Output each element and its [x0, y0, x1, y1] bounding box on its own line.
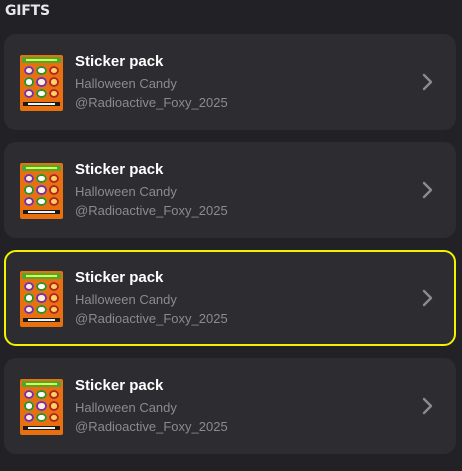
- chevron-right-icon[interactable]: [420, 289, 434, 307]
- sticker-pack-thumbnail: [20, 379, 63, 435]
- gift-username: @Radioactive_Foxy_2025: [75, 203, 228, 218]
- gift-subtitle: Halloween Candy: [75, 184, 177, 199]
- gift-card[interactable]: Sticker pack Halloween Candy @Radioactiv…: [4, 142, 456, 238]
- gift-subtitle: Halloween Candy: [75, 292, 177, 307]
- chevron-right-icon[interactable]: [420, 73, 434, 91]
- gift-title: Sticker pack: [75, 161, 164, 178]
- chevron-right-icon[interactable]: [420, 181, 434, 199]
- gift-username: @Radioactive_Foxy_2025: [75, 95, 228, 110]
- gift-subtitle: Halloween Candy: [75, 76, 177, 91]
- gift-subtitle: Halloween Candy: [75, 400, 177, 415]
- gift-card-selected[interactable]: Sticker pack Halloween Candy @Radioactiv…: [4, 250, 456, 346]
- gift-card[interactable]: Sticker pack Halloween Candy @Radioactiv…: [4, 34, 456, 130]
- sticker-pack-thumbnail: [20, 163, 63, 219]
- chevron-right-icon[interactable]: [420, 397, 434, 415]
- gift-title: Sticker pack: [75, 377, 164, 394]
- sticker-pack-thumbnail: [20, 55, 63, 111]
- gift-card[interactable]: Sticker pack Halloween Candy @Radioactiv…: [4, 358, 456, 454]
- gifts-screen: GIFTS Sticker pack Halloween Candy @Radi…: [0, 0, 462, 471]
- section-title: GIFTS: [5, 3, 50, 19]
- gift-title: Sticker pack: [75, 269, 164, 286]
- gift-list: Sticker pack Halloween Candy @Radioactiv…: [4, 34, 456, 466]
- gift-title: Sticker pack: [75, 53, 164, 70]
- gift-username: @Radioactive_Foxy_2025: [75, 311, 228, 326]
- gift-username: @Radioactive_Foxy_2025: [75, 419, 228, 434]
- sticker-pack-thumbnail: [20, 271, 63, 327]
